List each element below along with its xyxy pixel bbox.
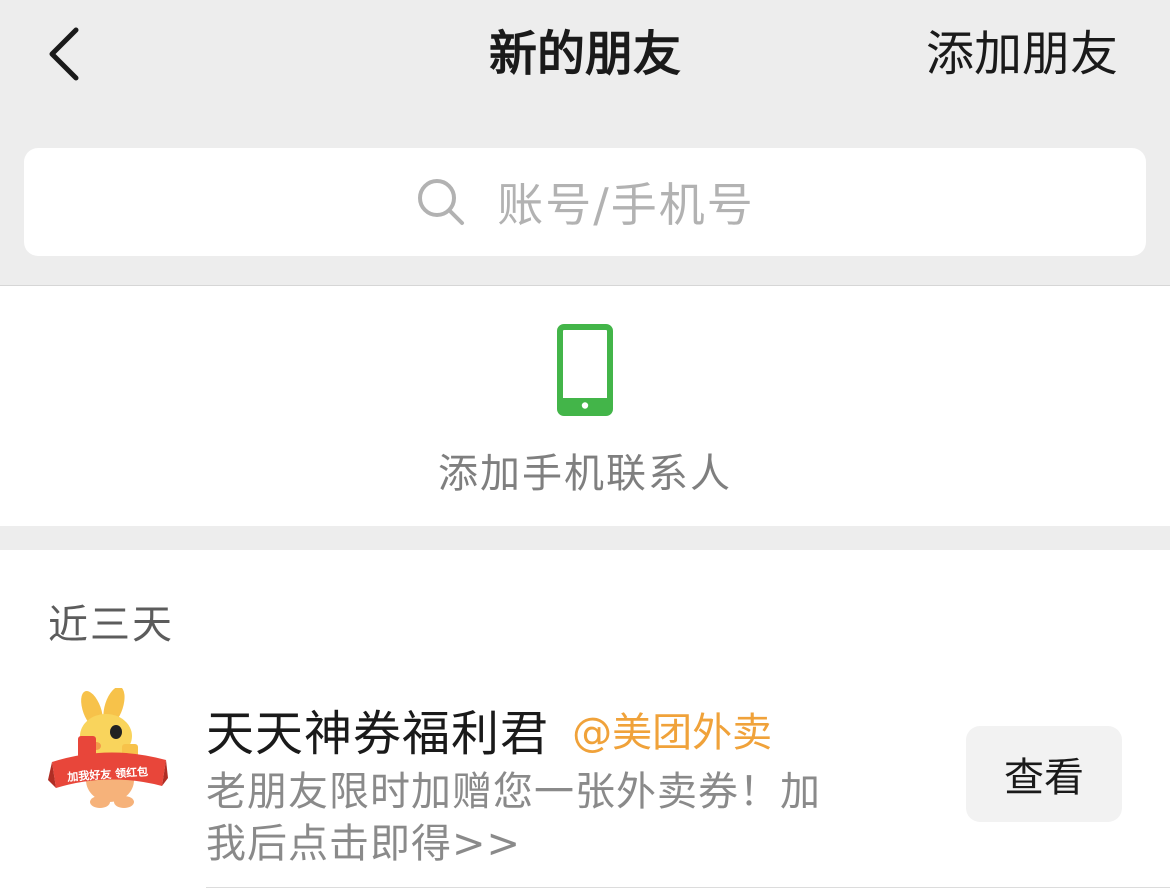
add-friend-button[interactable]: 添加朋友	[926, 24, 1118, 84]
add-phone-contacts-entry[interactable]: 添加手机联系人	[0, 286, 1170, 526]
friend-request-message: 老朋友限时加赠您一张外卖券！加我后点击即得>>	[206, 769, 821, 867]
navigation-bar: 新的朋友 添加朋友	[0, 0, 1170, 120]
search-icon	[418, 179, 465, 225]
phone-icon	[557, 324, 613, 416]
section-header: 近三天	[48, 602, 174, 648]
friend-source-tag: @美团外卖	[572, 710, 773, 756]
avatar: 加我好友 领红包	[48, 688, 168, 808]
search-box[interactable]: 账号/手机号	[24, 148, 1146, 256]
friend-name-row: 天天神券福利君 @美团外卖	[206, 694, 772, 762]
friend-name: 天天神券福利君	[206, 706, 550, 762]
row-divider	[206, 887, 1170, 888]
search-placeholder: 账号/手机号	[497, 178, 755, 232]
view-button[interactable]: 查看	[966, 726, 1122, 822]
list-item[interactable]: 加我好友 领红包 天天神券福利君 @美团外卖 老朋友限时加赠您一张外卖券！加我后…	[0, 670, 1170, 894]
add-phone-contacts-label: 添加手机联系人	[438, 451, 732, 497]
new-friends-list: 近三天 加我好友 领红包 天天神券福利君 @美团外卖 老朋友限时加赠您一张外卖券…	[0, 550, 1170, 894]
